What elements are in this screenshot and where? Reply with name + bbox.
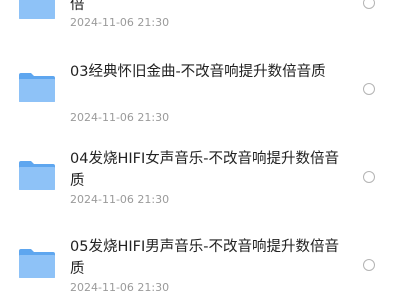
select-radio[interactable]: [363, 171, 375, 183]
file-date: 2024-11-06 21:30: [70, 193, 170, 206]
file-date: 2024-11-06 21:30: [70, 16, 170, 29]
folder-icon: [18, 0, 56, 20]
file-date: 2024-11-06 21:30: [70, 111, 170, 124]
list-item[interactable]: 03经典怀旧金曲-不改音响提升数倍音质 2024-11-06 21:30: [0, 56, 400, 126]
list-item[interactable]: 倍 2024-11-06 21:30: [0, 0, 400, 38]
folder-icon: [18, 159, 56, 191]
file-name: 05发烧HIFI男声音乐-不改音响提升数倍音质: [70, 239, 339, 277]
file-name: 03经典怀旧金曲-不改音响提升数倍音质: [70, 64, 326, 80]
select-radio[interactable]: [363, 0, 375, 9]
file-name: 04发烧HIFI女声音乐-不改音响提升数倍音质: [70, 151, 339, 189]
list-item[interactable]: 04发烧HIFI女声音乐-不改音响提升数倍音质 2024-11-06 21:30: [0, 144, 400, 214]
select-radio[interactable]: [363, 259, 375, 271]
folder-icon: [18, 71, 56, 103]
select-radio[interactable]: [363, 83, 375, 95]
folder-icon: [18, 247, 56, 279]
file-date: 2024-11-06 21:30: [70, 281, 170, 294]
file-name: 倍: [70, 0, 85, 13]
file-list: 倍 2024-11-06 21:30 03经典怀旧金曲-不改音响提升数倍音质 2…: [0, 0, 400, 300]
list-item[interactable]: 05发烧HIFI男声音乐-不改音响提升数倍音质 2024-11-06 21:30: [0, 230, 400, 300]
